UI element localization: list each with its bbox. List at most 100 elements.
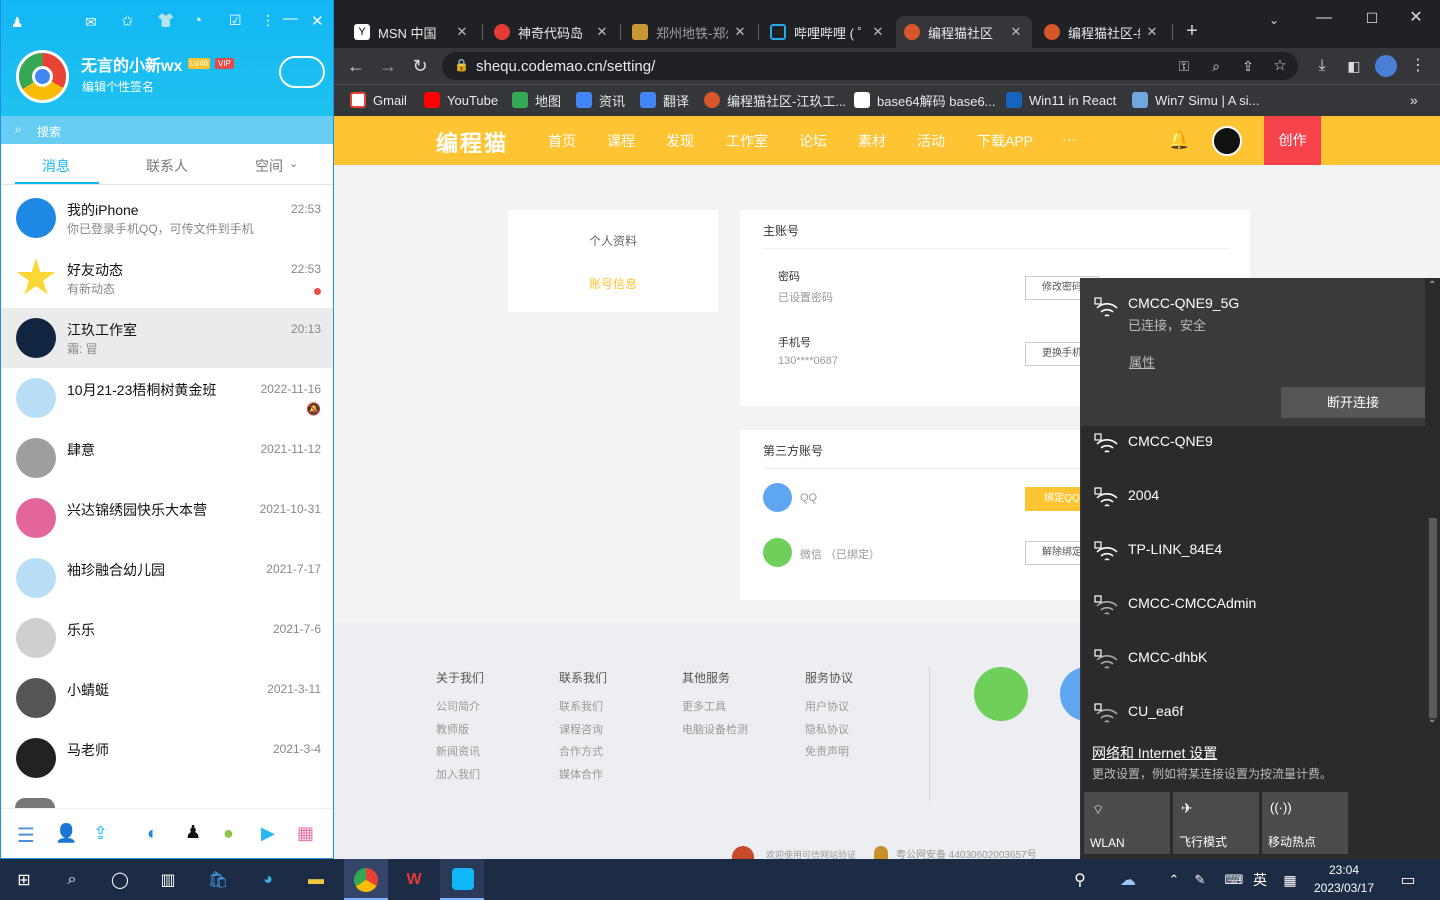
bookmark-translate[interactable]: 翻译 (640, 85, 689, 115)
wps-icon[interactable]: W (400, 866, 428, 894)
footer-link[interactable]: 电脑设备检测 (682, 721, 748, 737)
network-item[interactable]: 2004 (1081, 472, 1425, 526)
store-icon[interactable]: 🛍 (204, 866, 232, 894)
disconnect-button[interactable]: 断开连接 (1281, 387, 1425, 418)
clock-time[interactable]: 23:04 (1306, 863, 1382, 877)
nav-home[interactable]: 首页 (548, 131, 576, 151)
nav-studio[interactable]: 工作室 (726, 131, 768, 151)
share-icon[interactable]: ⇪ (1236, 54, 1260, 78)
tab-msn[interactable]: Y MSN 中国 ✕ (346, 16, 478, 48)
pen-icon[interactable]: ✎ (1186, 866, 1214, 894)
browser-icon[interactable]: ◐ (147, 823, 158, 844)
conversation-item[interactable]: 我的iPhone 你已登录手机QQ，可传文件到手机 22:53 (1, 188, 333, 248)
maximize-button[interactable]: ☐ (1360, 6, 1384, 30)
tab-bilibili[interactable]: 哔哩哔哩 ( ゜- ゜ ✕ (762, 16, 894, 48)
video-icon[interactable]: ▶ (261, 823, 275, 844)
footer-link[interactable]: 教师版 (436, 721, 469, 737)
bell-icon[interactable]: 🔔 (1168, 130, 1190, 151)
bookmark-maps[interactable]: 地图 (512, 85, 561, 115)
file-explorer-icon[interactable]: ▬ (302, 866, 330, 894)
bookmark-base64[interactable]: base64解码 base6... (854, 85, 996, 115)
create-button[interactable]: 创作 (1264, 116, 1321, 165)
footer-link[interactable]: 公司简介 (436, 698, 480, 714)
network-item[interactable]: TP-LINK_84E4 (1081, 526, 1425, 580)
window-close-button[interactable]: ✕ (1404, 6, 1428, 30)
bookmark-win7[interactable]: Win7 Simu | A si... (1132, 85, 1260, 115)
key-icon[interactable]: ⚿ (1172, 54, 1196, 78)
forward-icon[interactable]: → (376, 54, 400, 78)
new-tab-button[interactable]: + (1180, 19, 1204, 43)
tab-contacts[interactable]: 联系人 (146, 156, 188, 176)
connected-network[interactable]: CMCC-QNE9_5G 已连接，安全 属性 断开连接 (1081, 278, 1425, 426)
conversation-item[interactable]: 肆意 2021-11-12 (1, 428, 333, 488)
more-bookmarks-icon[interactable]: » (1410, 85, 1418, 115)
wechat-follow-icon[interactable] (974, 667, 1028, 721)
tab-messages[interactable]: 消息 (42, 156, 70, 176)
ime-mode-icon[interactable]: ▦ (1276, 866, 1304, 894)
bookmark-news[interactable]: 资讯 (576, 85, 625, 115)
download-icon[interactable]: ⤓ (1310, 54, 1334, 78)
profile-avatar[interactable] (1375, 55, 1397, 77)
wlan-toggle[interactable]: ⌔ WLAN (1084, 792, 1170, 854)
footer-link[interactable]: 加入我们 (436, 766, 480, 782)
scrollbar-thumb[interactable] (1429, 518, 1437, 718)
address-bar[interactable]: 🔒 shequ.codemao.cn/setting/ ⚿ ⌕ ⇪ ☆ (442, 52, 1298, 80)
app-grid-icon[interactable]: ▦ (297, 823, 314, 844)
conversation-item[interactable]: 乐乐 2021-7-6 (1, 608, 333, 668)
minimize-button[interactable]: — (1312, 6, 1336, 30)
mail-icon[interactable]: ✉ (85, 14, 97, 31)
properties-link[interactable]: 属性 (1129, 352, 1155, 371)
network-item[interactable]: CMCC-QNE9 (1081, 418, 1425, 472)
url-text[interactable]: shequ.codemao.cn/setting/ (476, 58, 655, 75)
search-icon[interactable]: ⌕ (58, 866, 86, 894)
close-icon[interactable]: ✕ (1144, 24, 1160, 40)
user-avatar[interactable] (1212, 126, 1242, 156)
tab-metro[interactable]: 郑州地铁-郑州 ✕ (624, 16, 756, 48)
conversation-item[interactable]: 小蜻蜓 2021-3-11 (1, 668, 333, 728)
qq-minimize-button[interactable]: — (283, 10, 298, 27)
footer-link[interactable]: 联系我们 (559, 698, 603, 714)
zoom-icon[interactable]: ⌕ (1204, 54, 1228, 78)
task-icon[interactable]: ☑ (229, 12, 242, 29)
mobile-hotspot-toggle[interactable]: ((·)) 移动热点 (1262, 792, 1348, 854)
conversation-item[interactable]: 马老师 2021-3-4 (1, 728, 333, 788)
network-item[interactable]: CMCC-CMCCAdmin (1081, 580, 1425, 634)
task-view-icon[interactable]: ▥ (154, 866, 182, 894)
sidebar-account[interactable]: 账号信息 (508, 275, 718, 292)
keyboard-icon[interactable]: ⌨ (1220, 866, 1248, 894)
back-icon[interactable]: ← (344, 54, 368, 78)
close-icon[interactable]: ✕ (732, 24, 748, 40)
qq-penguin-icon[interactable]: ♟ (11, 14, 24, 31)
people-icon[interactable]: ⚲ (1066, 866, 1094, 894)
tab-codeisland[interactable]: 神奇代码岛 ✕ (486, 16, 618, 48)
conversation-item[interactable]: 兴达锦绣园快乐大本营 2021-10-31 (1, 488, 333, 548)
cortana-icon[interactable]: ◯ (106, 866, 134, 894)
airplane-mode-toggle[interactable]: ✈ 飞行模式 (1173, 792, 1259, 854)
bookmark-win11[interactable]: Win11 in React (1006, 85, 1116, 115)
shirt-icon[interactable]: 👕 (157, 12, 174, 29)
nav-more[interactable]: ··· (1062, 131, 1076, 147)
conversation-item[interactable]: 10月21-23梧桐树黄金班 2022-11-16 🔕 (1, 368, 333, 428)
sidebar-profile[interactable]: 个人资料 (508, 232, 718, 249)
close-icon[interactable]: ✕ (454, 24, 470, 40)
star-icon[interactable]: ☆ (1268, 54, 1292, 78)
edge-icon[interactable]: ◕ (254, 866, 282, 894)
notification-icon[interactable]: ▭ (1394, 866, 1422, 894)
footer-link[interactable]: 免责声明 (805, 743, 849, 759)
network-item[interactable]: CU_ea6f (1081, 688, 1425, 742)
nav-forum[interactable]: 论坛 (799, 131, 827, 151)
scrollbar[interactable]: ⌃ ⌄ (1426, 278, 1440, 733)
conversation-item[interactable]: 江玖工作室 霜: 冒 20:13 (1, 308, 333, 368)
footer-link[interactable]: 更多工具 (682, 698, 726, 714)
conversation-item[interactable]: 袖珍融合幼儿园 2021-7-17 (1, 548, 333, 608)
reload-icon[interactable]: ↻ (408, 54, 432, 78)
more-icon[interactable]: ⋮ (261, 12, 275, 29)
bookmark-codemao[interactable]: 编程猫社区-江玖工... (704, 85, 846, 115)
star-icon[interactable]: ✩ (121, 12, 134, 30)
nav-activities[interactable]: 活动 (917, 131, 945, 151)
site-logo[interactable]: 编程猫 (436, 126, 508, 158)
sidepanel-icon[interactable]: ◧ (1342, 54, 1366, 78)
clock-date[interactable]: 2023/03/17 (1306, 881, 1382, 895)
add-friend-icon[interactable]: 👤 (55, 823, 77, 844)
main-menu-icon[interactable]: ☰ (17, 823, 35, 848)
